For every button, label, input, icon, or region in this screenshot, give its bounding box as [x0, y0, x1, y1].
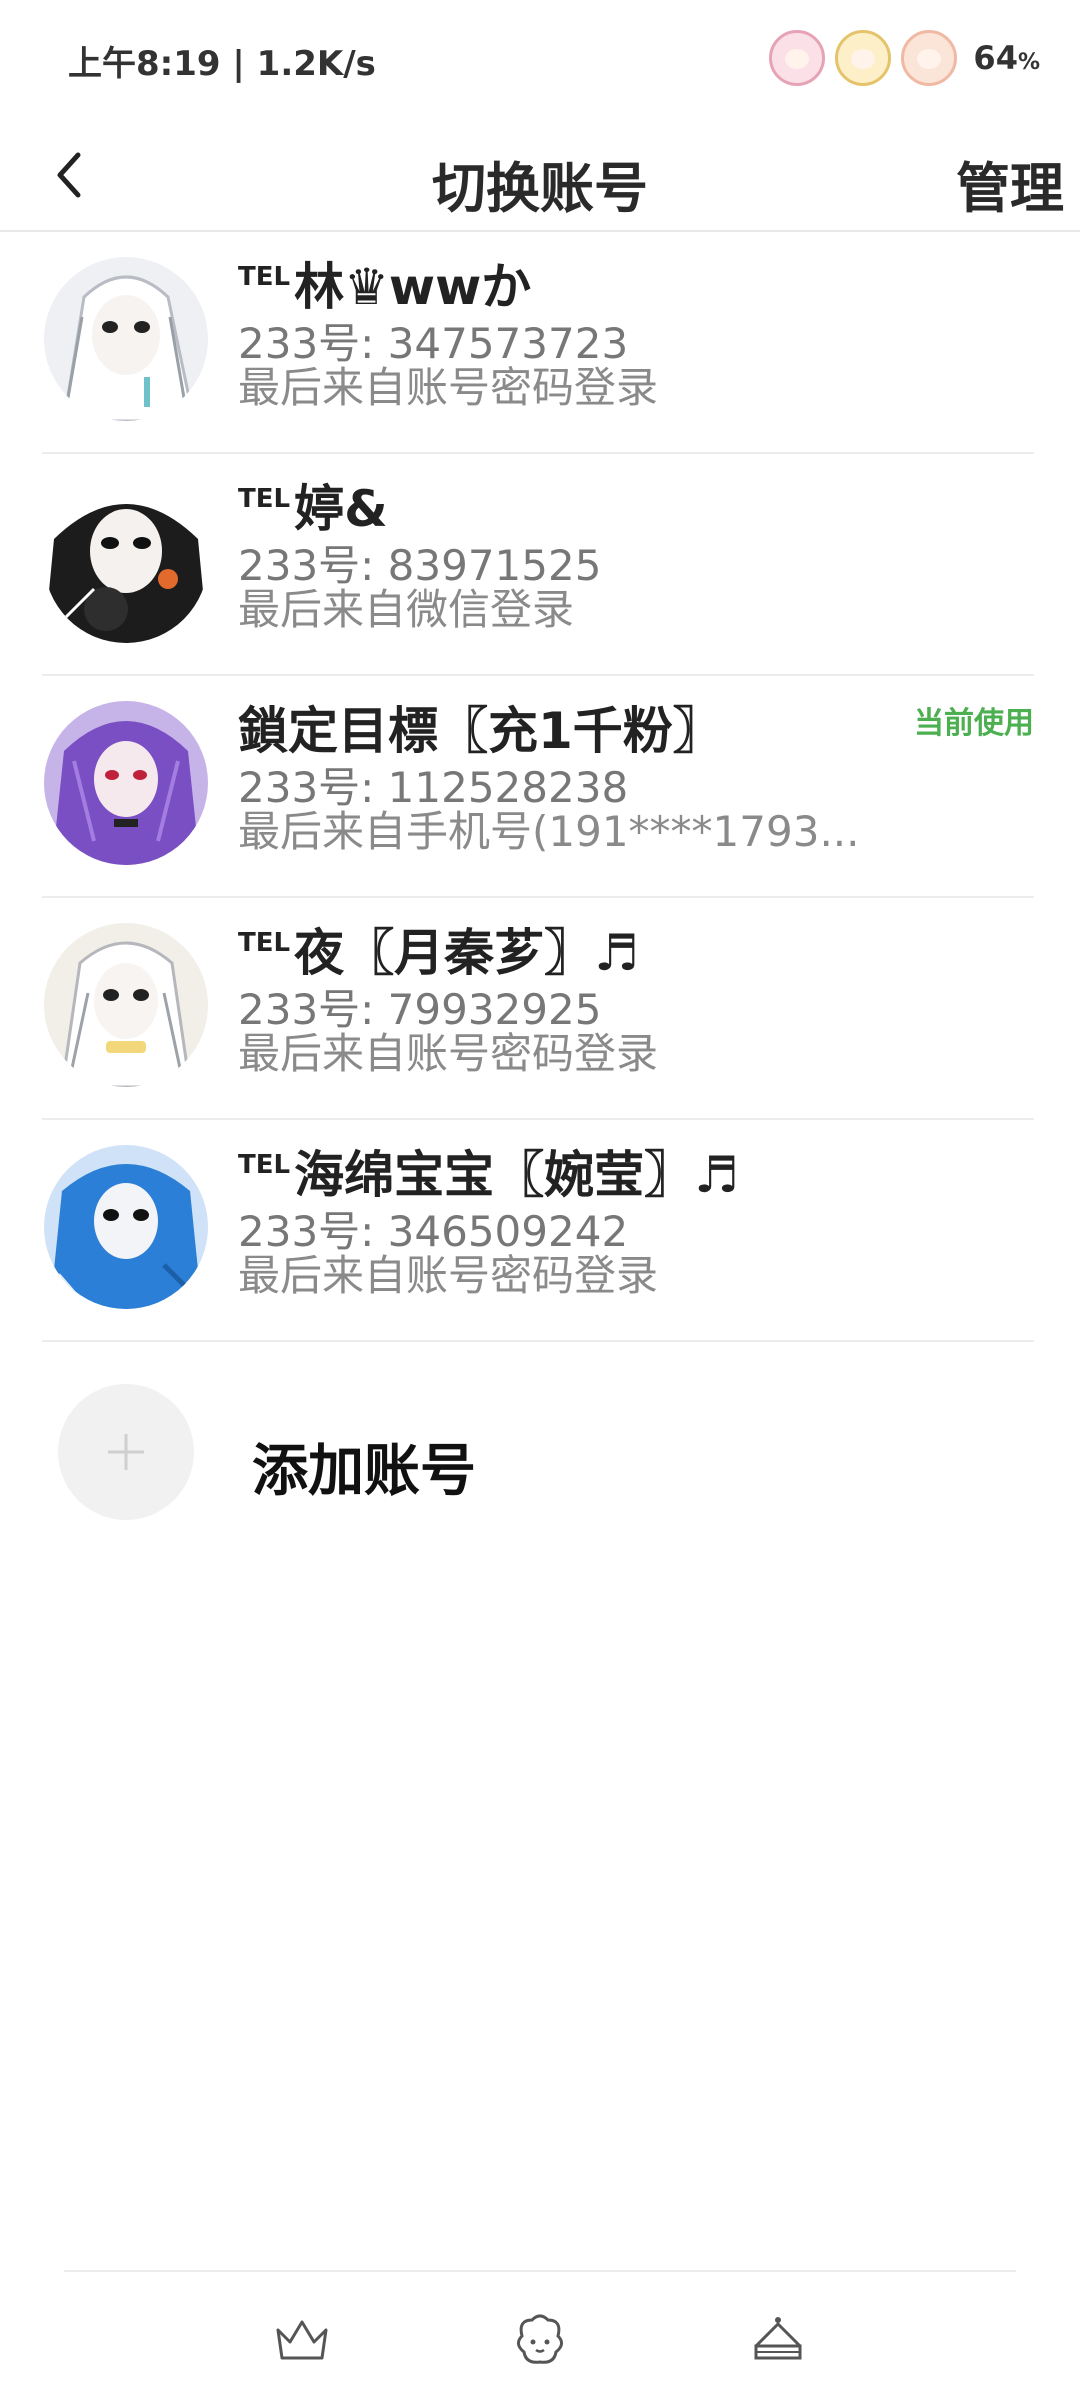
current-account-badge: 当前使用 [914, 706, 1034, 741]
tel-tag: TEL [238, 484, 291, 514]
account-id: 233号: 83971525 [238, 541, 602, 590]
account-name: 海绵宝宝〖婉莹〗♬ [294, 1146, 739, 1204]
account-login-method: 最后来自账号密码登录 [238, 1254, 659, 1298]
avatar [44, 257, 208, 421]
crown-icon[interactable] [272, 2312, 332, 2368]
add-account-button[interactable]: 添加账号 [0, 1354, 1080, 1520]
account-login-method: 最后来自账号密码登录 [238, 366, 659, 410]
cake-icon[interactable] [748, 2312, 808, 2368]
account-row[interactable]: TEL 海绵宝宝〖婉莹〗♬ 233号: 346509242 最后来自账号密码登录 [0, 1120, 1080, 1342]
account-name: 婷& [294, 480, 388, 538]
account-name: 夜〖月秦芗〗♬ [294, 924, 639, 982]
avatar [44, 701, 208, 865]
account-info: TEL 婷& 233号: 83971525 最后来自微信登录 [238, 478, 1040, 632]
status-bar: 上午8:19 | 1.2K/s 64% [0, 0, 1080, 120]
avatar [44, 479, 208, 643]
avatar [44, 923, 208, 1087]
battery-level: 64% [973, 39, 1040, 77]
status-time: 上午8:19 | 1.2K/s [68, 44, 376, 84]
account-name: 鎖定目標〖充1千粉〗 [238, 702, 723, 760]
sheep-face-icon[interactable] [510, 2312, 570, 2368]
account-id: 233号: 346509242 [238, 1207, 629, 1256]
tel-tag: TEL [238, 1150, 291, 1180]
bottom-nav [0, 2272, 1080, 2400]
account-row[interactable]: TEL 夜〖月秦芗〗♬ 233号: 79932925 最后来自账号密码登录 [0, 898, 1080, 1120]
battery-unit: % [1017, 50, 1040, 75]
avatar [44, 1145, 208, 1309]
manage-button[interactable]: 管理 [956, 144, 1064, 223]
account-id: 233号: 79932925 [238, 985, 602, 1034]
plus-icon [108, 1434, 144, 1470]
account-id: 233号: 112528238 [238, 763, 629, 812]
account-login-method: 最后来自手机号(191****1793... [238, 810, 860, 854]
page-title: 切换账号 [432, 157, 648, 220]
account-row[interactable]: TEL 林♛wwか 233号: 347573723 最后来自账号密码登录 [0, 232, 1080, 454]
battery-sheep-icon [901, 30, 958, 86]
signal-sheep-icon [835, 30, 892, 86]
tel-tag: TEL [238, 928, 291, 958]
account-list: TEL 林♛wwか 233号: 347573723 最后来自账号密码登录 TEL [0, 232, 1080, 1342]
account-login-method: 最后来自微信登录 [238, 588, 575, 632]
add-account-label: 添加账号 [252, 1439, 476, 1504]
add-account-circle[interactable] [58, 1384, 194, 1520]
header: 切换账号 管理 [0, 120, 1080, 232]
hd-sheep-icon [769, 30, 826, 86]
account-row[interactable]: 鎖定目標〖充1千粉〗 233号: 112528238 最后来自手机号(191**… [0, 676, 1080, 898]
account-row[interactable]: TEL 婷& 233号: 83971525 最后来自微信登录 [0, 454, 1080, 676]
account-id: 233号: 347573723 [238, 319, 629, 368]
account-info: TEL 夜〖月秦芗〗♬ 233号: 79932925 最后来自账号密码登录 [238, 922, 1040, 1076]
status-icons: 64% [769, 30, 1040, 86]
account-login-method: 最后来自账号密码登录 [238, 1032, 659, 1076]
account-info: TEL 林♛wwか 233号: 347573723 最后来自账号密码登录 [238, 256, 1040, 410]
tel-tag: TEL [238, 262, 291, 292]
battery-value: 64 [973, 39, 1018, 77]
account-info: TEL 海绵宝宝〖婉莹〗♬ 233号: 346509242 最后来自账号密码登录 [238, 1144, 1040, 1298]
account-name: 林♛wwか [294, 258, 532, 316]
